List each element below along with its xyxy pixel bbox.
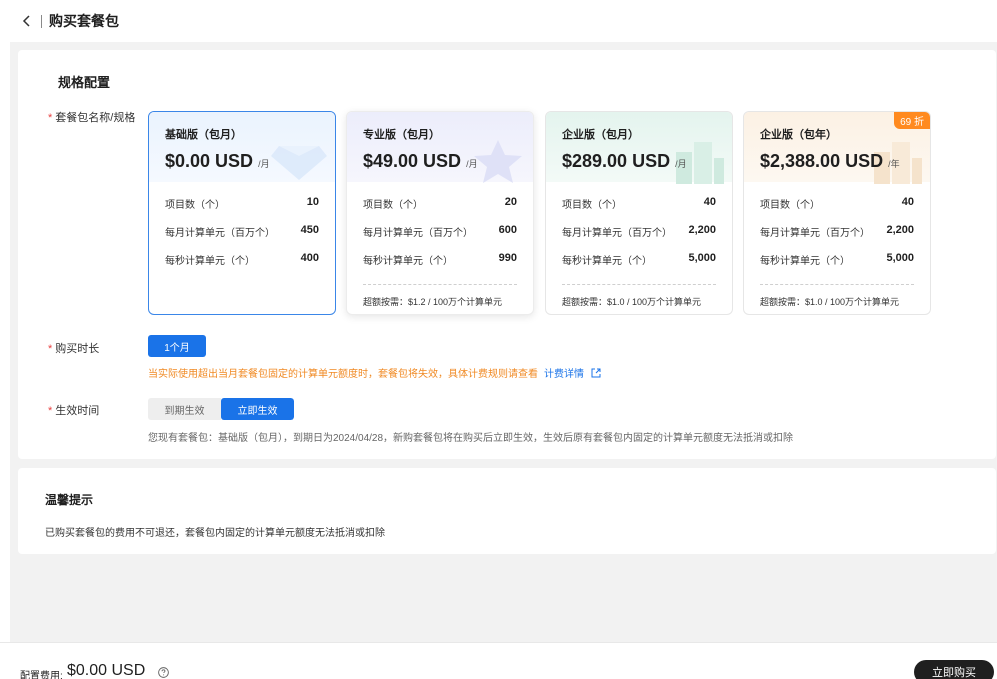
spec-row: 项目数（个） 40: [562, 196, 716, 211]
help-icon[interactable]: [158, 667, 169, 678]
package-unit: /月: [675, 159, 687, 169]
spec-row: 项目数（个） 40: [760, 196, 914, 211]
tips-title: 温馨提示: [45, 493, 94, 507]
spec-row: 项目数（个） 10: [165, 196, 319, 211]
package-name: 专业版（包月）: [363, 129, 440, 141]
tips-card: 温馨提示 已购买套餐包的费用不可退还，套餐包内固定的计算单元额度无法抵消或扣除: [18, 468, 996, 554]
package-unit: /月: [258, 159, 270, 169]
package-price: $0.00 USD: [165, 151, 254, 171]
effective-time-hint: 您现有套餐包：基础版（包月），到期日为2024/04/28，新购套餐包将在购买后…: [148, 433, 794, 444]
package-name: 企业版（包月）: [562, 129, 639, 141]
overage-price: 超额按需：$1.2 / 100万个计算单元: [363, 284, 517, 308]
content-area: 规格配置 * 套餐包名称/规格 基础版（包月） $0.00 USD/月 项目数（个…: [10, 42, 997, 642]
package-label: * 套餐包名称/规格: [48, 112, 136, 124]
duration-label: * 购买时长: [48, 343, 100, 355]
package-card-basic-monthly[interactable]: 基础版（包月） $0.00 USD/月 项目数（个） 10 每月计算单元（百万个）…: [148, 111, 336, 315]
package-header: 专业版（包月） $49.00 USD/月: [347, 112, 533, 183]
top-bar: 购买套餐包: [0, 0, 997, 42]
spec-row: 每月计算单元（百万个） 450: [165, 224, 319, 239]
package-price: $289.00 USD: [562, 151, 671, 171]
config-fee-value: $0.00 USD: [67, 662, 146, 679]
external-link-icon[interactable]: [591, 368, 601, 378]
option-immediate[interactable]: 立即生效: [221, 398, 294, 420]
package-price: $49.00 USD: [363, 151, 462, 171]
package-header: 企业版（包月） $289.00 USD/月: [546, 112, 732, 184]
billing-details-link[interactable]: 计费详情: [544, 369, 584, 380]
package-header: 基础版（包月） $0.00 USD/月: [149, 112, 335, 182]
config-fee-label: 配置费用:: [20, 671, 63, 679]
buy-now-button[interactable]: 立即购买: [914, 660, 994, 679]
discount-badge: 69 折: [894, 112, 930, 129]
package-name: 基础版（包月）: [165, 129, 242, 141]
page-title: 购买套餐包: [49, 13, 119, 29]
effective-time-selector: 到期生效 立即生效: [148, 398, 294, 420]
back-arrow-icon[interactable]: [22, 14, 34, 28]
package-card-enterprise-yearly[interactable]: 69 折 企业版（包年） $2,388.00 USD/年 项目数（个） 40 每月…: [743, 111, 931, 315]
tips-text: 已购买套餐包的费用不可退还，套餐包内固定的计算单元额度无法抵消或扣除: [45, 528, 385, 539]
footer-bar: 配置费用: $0.00 USD 立即购买: [0, 642, 997, 679]
package-card-pro-monthly[interactable]: 专业版（包月） $49.00 USD/月 项目数（个） 20 每月计算单元（百万个…: [346, 111, 534, 315]
spec-row: 每月计算单元（百万个） 600: [363, 224, 517, 239]
package-unit: /月: [466, 159, 478, 169]
duration-option-1-month[interactable]: 1个月: [148, 335, 206, 357]
overage-price: 超额按需：$1.0 / 100万个计算单元: [562, 284, 716, 308]
spec-row: 每月计算单元（百万个） 2,200: [562, 224, 716, 239]
spec-row: 每秒计算单元（个） 5,000: [562, 252, 716, 267]
spec-row: 每秒计算单元（个） 5,000: [760, 252, 914, 267]
effective-time-label: * 生效时间: [48, 405, 100, 417]
overage-price: 超额按需：$1.0 / 100万个计算单元: [760, 284, 914, 308]
spec-config-card: 规格配置 * 套餐包名称/规格 基础版（包月） $0.00 USD/月 项目数（个…: [18, 50, 996, 459]
spec-row: 每秒计算单元（个） 990: [363, 252, 517, 267]
package-price: $2,388.00 USD: [760, 151, 884, 171]
package-card-enterprise-monthly[interactable]: 企业版（包月） $289.00 USD/月 项目数（个） 40 每月计算单元（百万…: [545, 111, 733, 315]
spec-row: 每秒计算单元（个） 400: [165, 252, 319, 267]
option-on-expiry[interactable]: 到期生效: [148, 398, 221, 420]
duration-hint: 当实际使用超出当月套餐包固定的计算单元额度时，套餐包将失效，具体计费规则请查看计…: [148, 365, 601, 380]
title-divider: [41, 14, 42, 28]
spec-section-title: 规格配置: [58, 75, 111, 90]
spec-row: 项目数（个） 20: [363, 196, 517, 211]
spec-row: 每月计算单元（百万个） 2,200: [760, 224, 914, 239]
package-unit: /年: [888, 159, 900, 169]
